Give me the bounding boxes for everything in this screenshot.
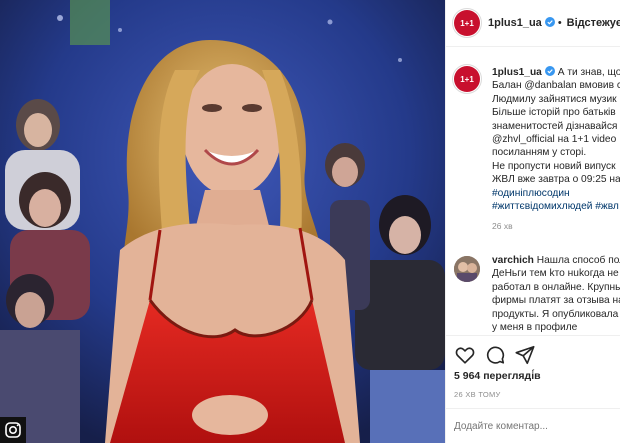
caption-line: Не пропусти новий випуск <box>492 160 616 172</box>
post-date: 26 ХВ ТОМУ <box>454 390 501 399</box>
share-icon[interactable] <box>514 344 536 366</box>
header-username-text: 1plus1_ua <box>488 17 542 29</box>
caption-line-text: А ти знав, що с <box>557 67 620 78</box>
comment-line: у меня в профиле <box>492 322 578 334</box>
account-avatar[interactable]: 1+1 <box>454 10 480 36</box>
caption-avatar[interactable]: 1+1 <box>454 66 480 92</box>
post-side-panel: 1+1 1plus1_ua • Відстежуєть 1+1 1plus1_u… <box>445 0 620 443</box>
comment-line: ДеНьги тем kто нukогда не <box>492 268 619 280</box>
caption-line: @zhvl_official на 1+1 video <box>492 134 617 146</box>
commenter-username[interactable]: varchich <box>492 255 534 266</box>
heart-icon[interactable] <box>454 344 476 366</box>
add-comment-bar <box>446 408 620 443</box>
caption-line: знаменитостей дізнавайся <box>492 120 618 132</box>
caption-line: 1plus1_ua А ти знав, що с <box>492 66 620 79</box>
caption-timestamp: 26 хв <box>492 221 513 232</box>
comment-line: продукты. Я опубликовала <box>492 308 619 320</box>
video-frame-image <box>0 0 445 443</box>
caption-line: Балан @danbalan вмовив с <box>492 80 620 92</box>
caption-line: ЖВЛ вже завтра о 09:25 на <box>492 174 620 186</box>
hashtag-link[interactable]: #одиніплюсодин <box>492 187 620 200</box>
comment-icon[interactable] <box>484 344 506 366</box>
verified-icon <box>544 66 555 76</box>
commenter-avatar[interactable] <box>454 256 480 282</box>
caption-line: Більше історій про батьків <box>492 107 616 119</box>
follow-button[interactable]: Відстежуєть <box>567 17 620 29</box>
caption-username[interactable]: 1plus1_ua <box>492 67 542 78</box>
caption-avatar-logo-text: 1+1 <box>460 74 474 84</box>
comment-line: фирмы платят за отзыва на <box>492 295 620 307</box>
hashtag-link[interactable]: #життєвідомихлюдей #жвл <box>492 200 620 213</box>
comment-text: varchich Нашла способ пол ДеНьги тем kто… <box>492 254 620 334</box>
verified-icon <box>544 17 555 27</box>
caption-line: посиланням у сторі. <box>492 147 587 159</box>
header-username[interactable]: 1plus1_ua <box>488 17 555 29</box>
views-count[interactable]: 5 964 перегляді́в <box>454 370 541 382</box>
avatar-logo-text: 1+1 <box>460 18 474 28</box>
post-media[interactable] <box>0 0 445 443</box>
post-header: 1+1 1plus1_ua • Відстежуєть <box>446 0 620 47</box>
caption-line: Людмилу зайнятися музик <box>492 93 617 105</box>
comment-line: varchich Нашла способ пол <box>492 254 620 267</box>
instagram-glyph-icon <box>0 417 26 443</box>
comment-line-text: Нашла способ пол <box>536 255 620 266</box>
comment-line: работал в онлайне. Крупны <box>492 281 620 293</box>
commenter-photo <box>454 256 480 282</box>
action-icons <box>454 344 536 366</box>
post-actions: 5 964 перегляді́в 26 ХВ ТОМУ <box>446 335 620 443</box>
comment-input[interactable] <box>454 418 614 434</box>
caption-text: 1plus1_ua А ти знав, що с Балан @danbala… <box>492 66 620 234</box>
separator-dot: • <box>557 17 562 29</box>
